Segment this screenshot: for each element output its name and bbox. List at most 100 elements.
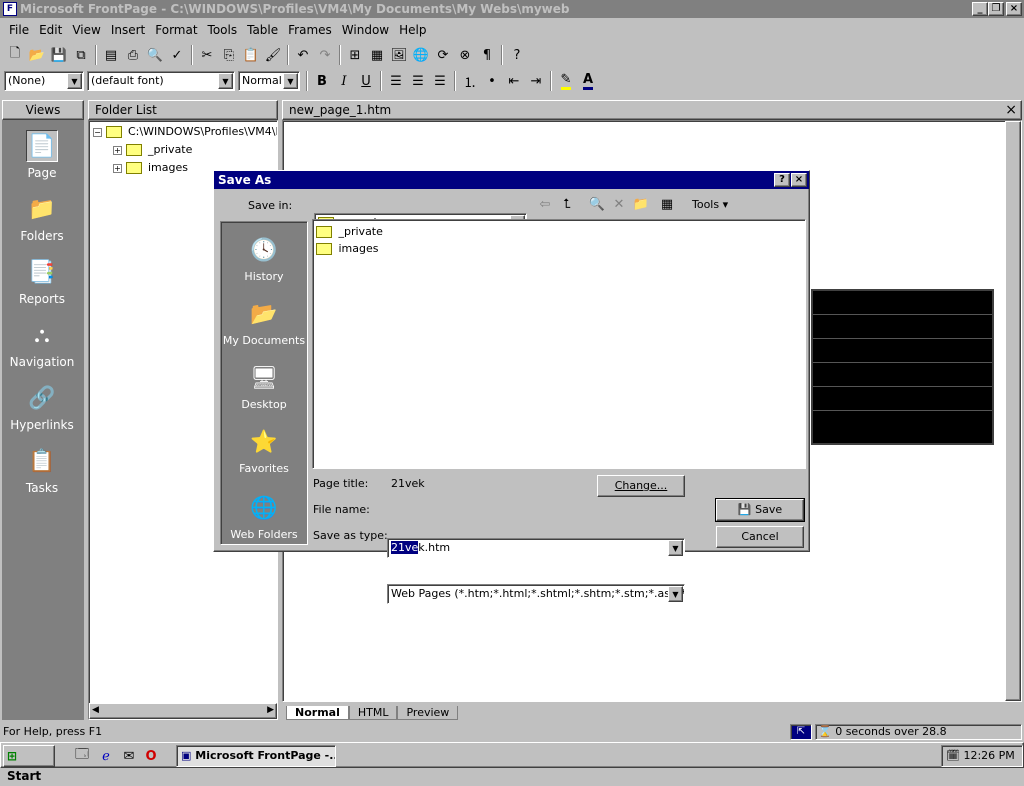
view-tasks[interactable]: 📋 Tasks	[2, 445, 82, 496]
place-my-documents[interactable]: 📂 My Documents	[221, 298, 307, 348]
stop-icon[interactable]: ⊗	[454, 44, 476, 66]
view-page[interactable]: 📄 Page	[2, 130, 82, 180]
dialog-help-button[interactable]: ?	[774, 173, 790, 187]
font-size-combo[interactable]: Normal ▼	[238, 71, 300, 91]
file-name-field[interactable]: 21vek.htm ▼	[387, 538, 685, 558]
help-icon[interactable]: ?	[506, 44, 528, 66]
tree-item[interactable]: + images	[113, 161, 188, 174]
italic-button[interactable]: I	[333, 70, 355, 92]
close-button[interactable]: ×	[1006, 2, 1022, 16]
align-center-icon[interactable]: ☰	[407, 70, 429, 92]
scroll-right-icon[interactable]: ▶	[267, 705, 274, 715]
view-reports[interactable]: 📑 Reports	[2, 256, 82, 307]
chevron-down-icon[interactable]: ▼	[67, 73, 82, 89]
scroll-left-icon[interactable]: ◀	[92, 705, 99, 715]
save-icon[interactable]: 💾	[48, 44, 70, 66]
publish-icon[interactable]: ⧉	[70, 44, 92, 66]
close-document-icon[interactable]: ×	[1005, 101, 1017, 120]
clock[interactable]: 12:26 PM	[963, 749, 1014, 762]
align-left-icon[interactable]: ☰	[385, 70, 407, 92]
chevron-down-icon[interactable]: ▼	[668, 586, 683, 602]
horizontal-scrollbar[interactable]: ◀ ▶	[89, 703, 277, 719]
font-combo[interactable]: (default font) ▼	[87, 71, 235, 91]
file-list[interactable]: _private images	[312, 219, 806, 469]
bulleted-list-icon[interactable]: •	[481, 70, 503, 92]
outlook-express-icon[interactable]: ✉	[118, 745, 140, 767]
decrease-indent-icon[interactable]: ⇤	[503, 70, 525, 92]
save-button[interactable]: 💾 Save	[715, 498, 805, 522]
place-web-folders[interactable]: 🌐 Web Folders	[221, 492, 307, 542]
redo-icon[interactable]: ↷	[314, 44, 336, 66]
menu-edit[interactable]: Edit	[34, 23, 67, 37]
place-favorites[interactable]: ⭐ Favorites	[221, 426, 307, 476]
highlight-color-icon[interactable]: ✎	[555, 70, 577, 92]
preview-in-browser-icon[interactable]: 🔍	[144, 44, 166, 66]
frontpage-app-icon[interactable]: F	[3, 2, 17, 16]
search-web-icon[interactable]: 🔍	[586, 193, 608, 215]
save-as-type-combo[interactable]: Web Pages (*.htm;*.html;*.shtml;*.shtm;*…	[387, 584, 685, 604]
menu-help[interactable]: Help	[394, 23, 431, 37]
open-icon[interactable]: 📂	[26, 44, 48, 66]
increase-indent-icon[interactable]: ⇥	[525, 70, 547, 92]
dialog-title-bar[interactable]: Save As ? ×	[214, 171, 809, 189]
cancel-button[interactable]: Cancel	[716, 526, 804, 548]
menu-window[interactable]: Window	[337, 23, 394, 37]
show-all-icon[interactable]: ¶	[476, 44, 498, 66]
new-folder-icon[interactable]: 📁	[630, 193, 652, 215]
menu-tools[interactable]: Tools	[203, 23, 243, 37]
back-icon[interactable]: ⇦	[534, 193, 556, 215]
chevron-down-icon[interactable]: ▼	[218, 73, 233, 89]
insert-picture-icon[interactable]: 🖼	[388, 44, 410, 66]
taskbar-frontpage-button[interactable]: ▣ Microsoft FrontPage -...	[176, 745, 336, 767]
menu-table[interactable]: Table	[242, 23, 283, 37]
minimize-button[interactable]: _	[972, 2, 988, 16]
internet-explorer-icon[interactable]: ℯ	[95, 745, 117, 767]
menu-format[interactable]: Format	[150, 23, 202, 37]
list-item[interactable]: images	[316, 242, 379, 255]
bold-button[interactable]: B	[311, 70, 333, 92]
view-hyperlinks[interactable]: 🔗 Hyperlinks	[2, 382, 82, 433]
undo-icon[interactable]: ↶	[292, 44, 314, 66]
collapse-icon[interactable]: −	[93, 128, 102, 137]
print-icon[interactable]: ⎙	[122, 44, 144, 66]
menu-file[interactable]: File	[4, 23, 34, 37]
tab-normal[interactable]: Normal	[286, 706, 349, 720]
main-title-bar[interactable]: F Microsoft FrontPage - C:\WINDOWS\Profi…	[0, 0, 1024, 18]
up-one-level-icon[interactable]: ⮤	[556, 193, 578, 215]
start-button[interactable]: ⊞ Start	[3, 745, 55, 783]
menu-view[interactable]: View	[67, 23, 105, 37]
document-tab[interactable]: new_page_1.htm	[289, 103, 391, 117]
tree-root[interactable]: − C:\WINDOWS\Profiles\VM4\M	[93, 125, 277, 138]
spelling-icon[interactable]: ✓	[166, 44, 188, 66]
menu-insert[interactable]: Insert	[106, 23, 150, 37]
maximize-button[interactable]: ❐	[988, 2, 1004, 16]
change-title-button[interactable]: Change...	[597, 475, 685, 497]
cut-icon[interactable]: ✂	[196, 44, 218, 66]
place-history[interactable]: 🕓 History	[221, 234, 307, 284]
view-navigation[interactable]: ⛬ Navigation	[2, 319, 82, 370]
vertical-scrollbar[interactable]	[1005, 121, 1021, 701]
menu-frames[interactable]: Frames	[283, 23, 337, 37]
insert-table-icon[interactable]: ▦	[366, 44, 388, 66]
chevron-down-icon[interactable]: ▼	[283, 73, 298, 89]
font-color-icon[interactable]: A	[577, 70, 599, 92]
numbered-list-icon[interactable]: ⒈	[459, 70, 481, 92]
dialog-close-button[interactable]: ×	[791, 173, 807, 187]
align-right-icon[interactable]: ☰	[429, 70, 451, 92]
style-combo[interactable]: (None) ▼	[4, 71, 84, 91]
delete-icon[interactable]: ✕	[608, 193, 630, 215]
view-folders[interactable]: 📁 Folders	[2, 193, 82, 244]
new-page-icon[interactable]: 🗋	[4, 44, 26, 66]
paste-icon[interactable]: 📋	[240, 44, 262, 66]
place-desktop[interactable]: 🖥 Desktop	[221, 362, 307, 412]
expand-icon[interactable]: +	[113, 146, 122, 155]
copy-icon[interactable]: ⎘	[218, 44, 240, 66]
refresh-icon[interactable]: ⟳	[432, 44, 454, 66]
format-painter-icon[interactable]: 🖌	[262, 44, 284, 66]
views-menu-icon[interactable]: ▦	[656, 193, 678, 215]
expand-icon[interactable]: +	[113, 164, 122, 173]
tab-preview[interactable]: Preview	[397, 706, 459, 720]
show-desktop-icon[interactable]: 🗔	[71, 745, 93, 767]
tree-item[interactable]: + _private	[113, 143, 192, 156]
underline-button[interactable]: U	[355, 70, 377, 92]
